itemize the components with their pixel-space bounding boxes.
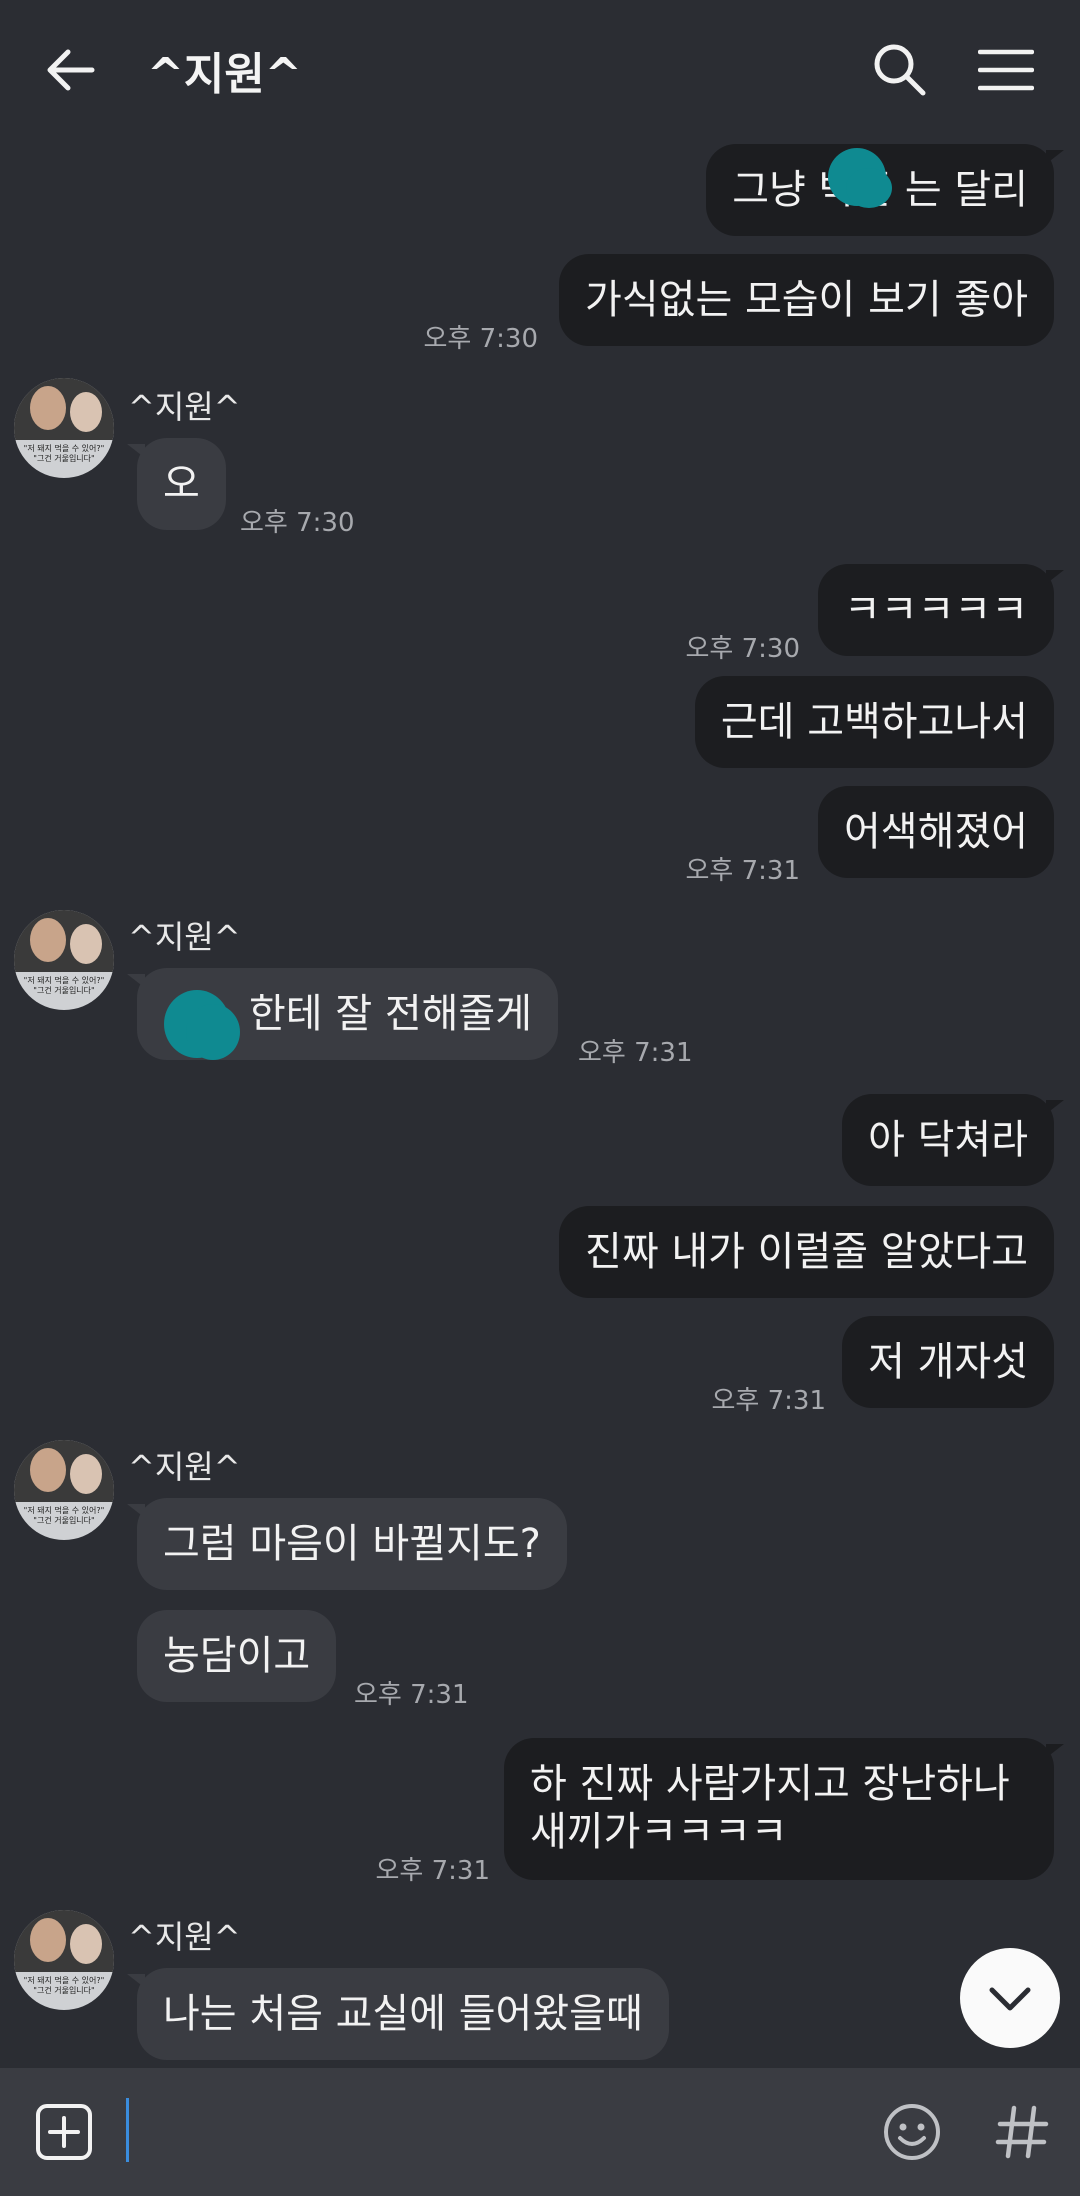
contact-avatar[interactable]: "저 돼지 먹을 수 있어?" "그건 거울입니다" <box>14 1440 114 1540</box>
message-bubble-sent[interactable]: 진짜 내가 이럴줄 알았다고 <box>559 1206 1054 1298</box>
back-button[interactable] <box>40 40 100 100</box>
scroll-to-bottom-button[interactable] <box>960 1948 1060 2048</box>
chat-title: ^지원^ <box>147 49 302 100</box>
text-cursor <box>126 2098 129 2162</box>
smiley-icon <box>884 2104 940 2160</box>
message-bubble-received[interactable]: 오 <box>127 438 226 530</box>
message-time: 오후 7:30 <box>240 508 355 538</box>
sender-name: ^지원^ <box>128 1918 241 1956</box>
message-input-bar <box>0 2068 1080 2196</box>
menu-button[interactable] <box>977 48 1035 92</box>
message-time: 오후 7:30 <box>423 324 539 354</box>
message-time: 오후 7:31 <box>354 1680 469 1710</box>
message-bubble-sent[interactable]: 근데 고백하고나서 <box>694 676 1054 768</box>
redaction-mark <box>846 168 892 208</box>
hashtag-icon <box>995 2105 1049 2159</box>
sender-name: ^지원^ <box>128 918 241 956</box>
contact-avatar[interactable]: "저 돼지 먹을 수 있어?" "그건 거울입니다" <box>14 1910 114 2010</box>
contact-avatar[interactable]: "저 돼지 먹을 수 있어?" "그건 거울입니다" <box>14 910 114 1010</box>
message-time: 오후 7:31 <box>685 856 801 886</box>
message-bubble-received[interactable]: 나는 처음 교실에 들어왔을때 <box>127 1968 669 2060</box>
message-input[interactable] <box>126 2092 866 2172</box>
message-bubble-sent[interactable]: 저 개자섯 <box>842 1316 1054 1408</box>
attach-button[interactable] <box>34 2102 94 2162</box>
message-time: 오후 7:31 <box>711 1386 827 1416</box>
message-bubble-received[interactable]: 그럼 마음이 바뀔지도? <box>127 1498 567 1590</box>
sender-name: ^지원^ <box>128 1448 241 1486</box>
message-bubble-sent[interactable]: 아 닥쳐라 <box>842 1094 1064 1186</box>
message-bubble-sent[interactable]: 어색해졌어 <box>818 786 1054 878</box>
contact-avatar[interactable]: "저 돼지 먹을 수 있어?" "그건 거울입니다" <box>14 378 114 478</box>
redaction-mark <box>186 1004 240 1060</box>
sender-name: ^지원^ <box>128 388 241 426</box>
message-bubble-sent[interactable]: 가식없는 모습이 보기 좋아 <box>559 254 1054 346</box>
chat-header: ^지원^ <box>0 0 1080 140</box>
search-button[interactable] <box>872 42 928 98</box>
hashtag-button[interactable] <box>990 2100 1054 2164</box>
message-time: 오후 7:31 <box>578 1038 693 1068</box>
message-bubble-sent[interactable]: ㅋㅋㅋㅋㅋ <box>818 564 1064 656</box>
emoji-button[interactable] <box>880 2100 944 2164</box>
search-icon <box>874 44 926 96</box>
message-bubble-sent[interactable]: 하 진짜 사람가지고 장난하나 새끼가ㅋㅋㅋㅋ <box>504 1738 1064 1880</box>
message-bubble-received[interactable]: 농담이고 <box>137 1610 337 1702</box>
message-time: 오후 7:31 <box>375 1856 491 1886</box>
plus-square-icon <box>36 2104 92 2160</box>
hamburger-menu-icon <box>977 49 1035 91</box>
arrow-left-icon <box>47 49 95 91</box>
chevron-down-icon <box>989 1987 1031 2011</box>
message-time: 오후 7:30 <box>685 634 801 664</box>
